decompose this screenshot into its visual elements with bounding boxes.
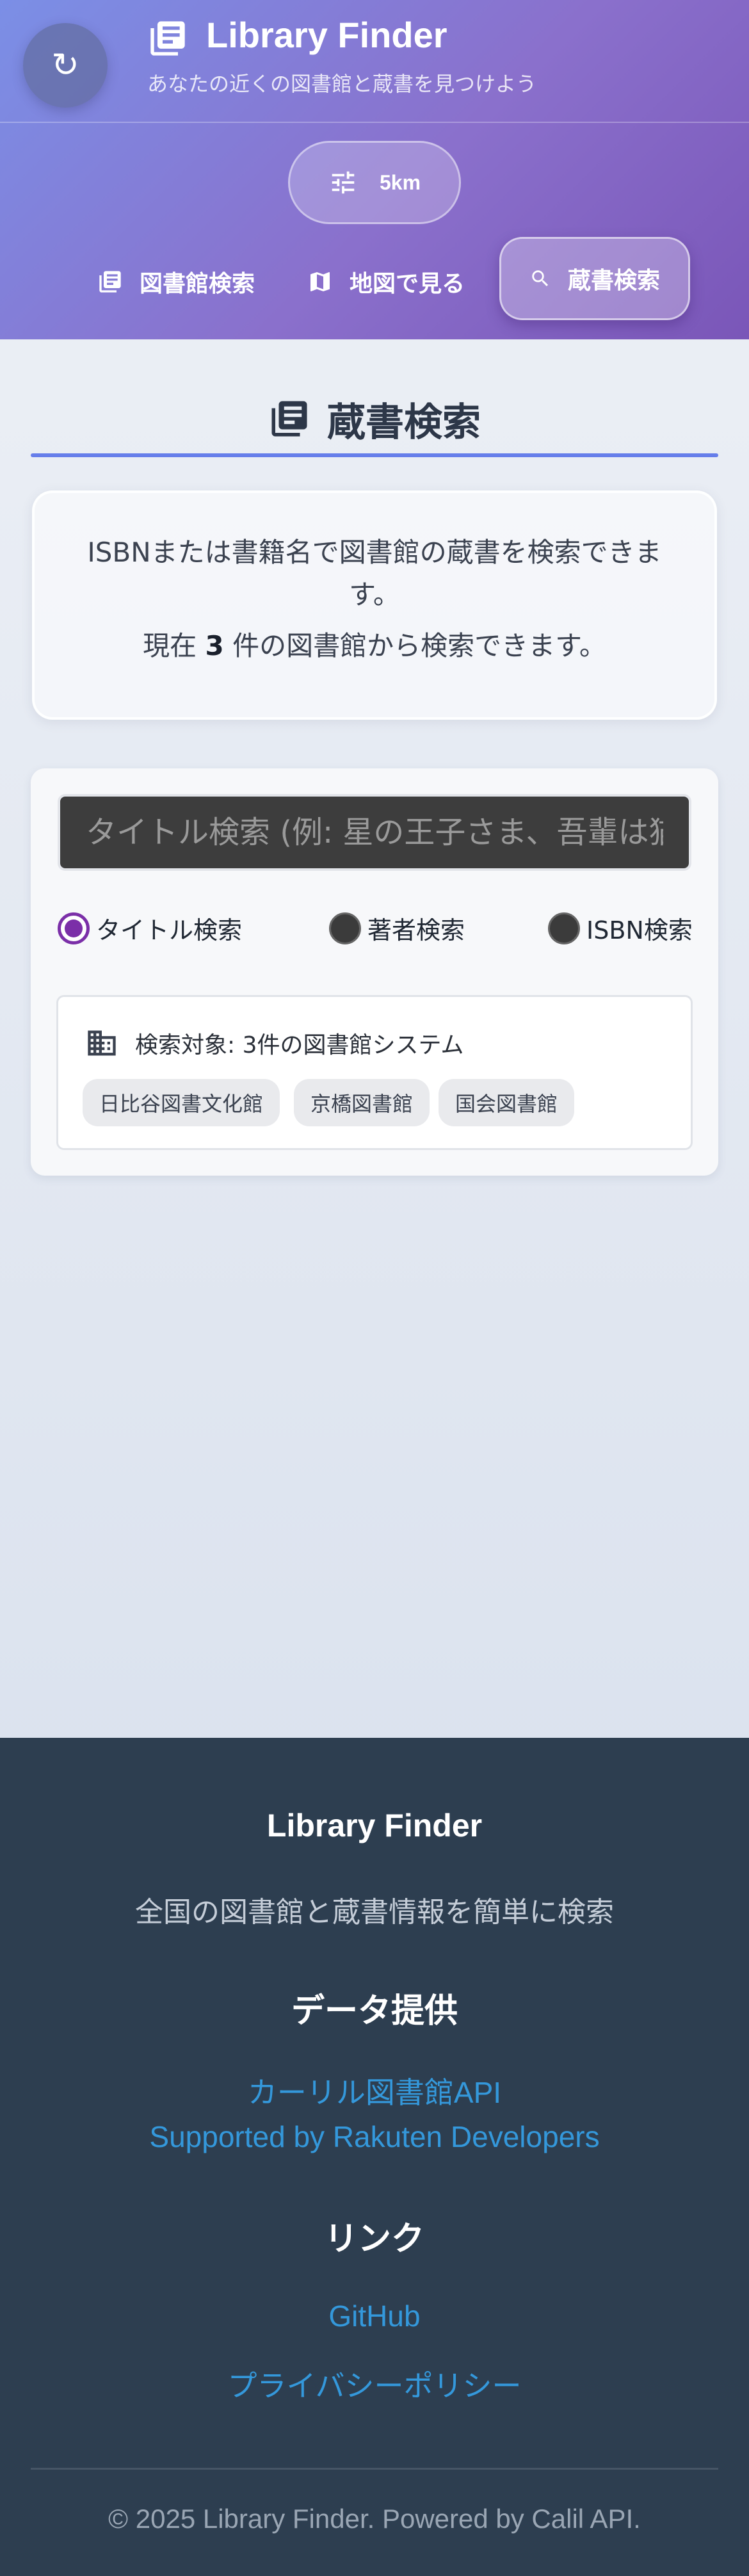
search-target-label: 検索対象: 3件の図書館システム <box>135 1032 464 1058</box>
search-target-box: 検索対象: 3件の図書館システム 日比谷図書文化館 京橋図書館 国会図書館 <box>56 995 693 1150</box>
search-mode-isbn[interactable]: ISBN検索 <box>548 911 693 946</box>
nav-collection-search-label: 蔵書検索 <box>568 268 661 294</box>
info-count-line: 現在 3 件の図書館から検索できます。 <box>79 625 670 667</box>
library-count: 3 <box>205 630 224 661</box>
radio-unchecked-icon[interactable] <box>329 912 361 944</box>
info-card: ISBNまたは書籍名で図書館の蔵書を検索できます。 現在 3 件の図書館から検索… <box>32 490 717 720</box>
title-search-input[interactable] <box>58 794 691 871</box>
title-underline <box>31 453 718 457</box>
refresh-icon: ↻ <box>51 46 79 85</box>
footer-links-heading: リンク <box>324 2220 424 2258</box>
radius-label: 5km <box>379 170 421 194</box>
app-title: Library Finder <box>206 15 447 55</box>
sliders-icon <box>332 171 355 194</box>
footer-copyright: © 2025 Library Finder. Powered by Calil … <box>108 2504 641 2534</box>
nav-library-search-label: 図書館検索 <box>140 271 255 297</box>
nav-library-search[interactable]: 図書館検索 <box>97 243 255 320</box>
nav-map-view-label: 地図で見る <box>350 271 465 297</box>
app-subtitle: あなたの近くの図書館と蔵書を見つけよう <box>147 72 537 96</box>
footer-description: 全国の図書館と蔵書情報を簡単に検索 <box>135 1896 614 1929</box>
map-icon <box>310 272 330 291</box>
library-tag: 日比谷図書文化館 <box>83 1079 280 1126</box>
footer-link-rakuten[interactable]: Supported by Rakuten Developers <box>0 2119 749 2154</box>
footer-link-privacy[interactable]: プライバシーポリシー <box>0 2363 749 2405</box>
page-title: 蔵書検索 <box>0 388 749 450</box>
library-tag: 京橋図書館 <box>294 1079 430 1126</box>
footer-divider <box>31 2468 718 2470</box>
header-top-bar: ↻ Library Finder あなたの近くの図書館と蔵書を見つけよう <box>0 0 749 123</box>
footer-data-heading: データ提供 <box>291 1992 458 2030</box>
search-mode-author[interactable]: 著者検索 <box>329 911 465 946</box>
info-prefix: 現在 <box>143 630 197 661</box>
search-mode-isbn-label: ISBN検索 <box>586 916 693 944</box>
search-icon <box>532 270 549 287</box>
search-mode-title[interactable]: タイトル検索 <box>58 911 242 946</box>
app-header: ↻ Library Finder あなたの近くの図書館と蔵書を見つけよう 5km… <box>0 0 749 339</box>
page-title-text: 蔵書検索 <box>327 400 481 445</box>
search-mode-author-label: 著者検索 <box>367 916 465 944</box>
library-tag: 国会図書館 <box>439 1079 575 1126</box>
refresh-button[interactable]: ↻ <box>23 23 108 108</box>
search-target-title: 検索対象: 3件の図書館システム <box>85 1026 463 1060</box>
footer-link-github[interactable]: GitHub <box>0 2299 749 2333</box>
nav-collection-search[interactable]: 蔵書検索 <box>499 237 691 320</box>
radio-unchecked-icon[interactable] <box>548 912 580 944</box>
info-description: ISBNまたは書籍名で図書館の蔵書を検索できます。 <box>87 537 662 610</box>
footer-link-calil-api[interactable]: カーリル図書館API <box>0 2070 749 2112</box>
radio-checked-icon[interactable] <box>58 912 90 944</box>
footer-brand: Library Finder <box>266 1808 483 1843</box>
nav-map-view[interactable]: 地図で見る <box>307 243 465 320</box>
search-mode-title-label: タイトル検索 <box>96 916 243 944</box>
library-logo-icon <box>150 21 185 56</box>
search-card: タイトル検索 著者検索 ISBN検索 検索対象: 3件の図書館システム 日比谷図… <box>31 768 718 1176</box>
library-books-icon <box>271 401 307 437</box>
building-icon <box>88 1030 116 1056</box>
radius-filter-button[interactable]: 5km <box>288 141 461 224</box>
book-icon <box>99 271 121 293</box>
info-suffix: 件の図書館から検索できます。 <box>232 630 606 661</box>
footer: Library Finder 全国の図書館と蔵書情報を簡単に検索 データ提供 カ… <box>0 1738 749 2576</box>
